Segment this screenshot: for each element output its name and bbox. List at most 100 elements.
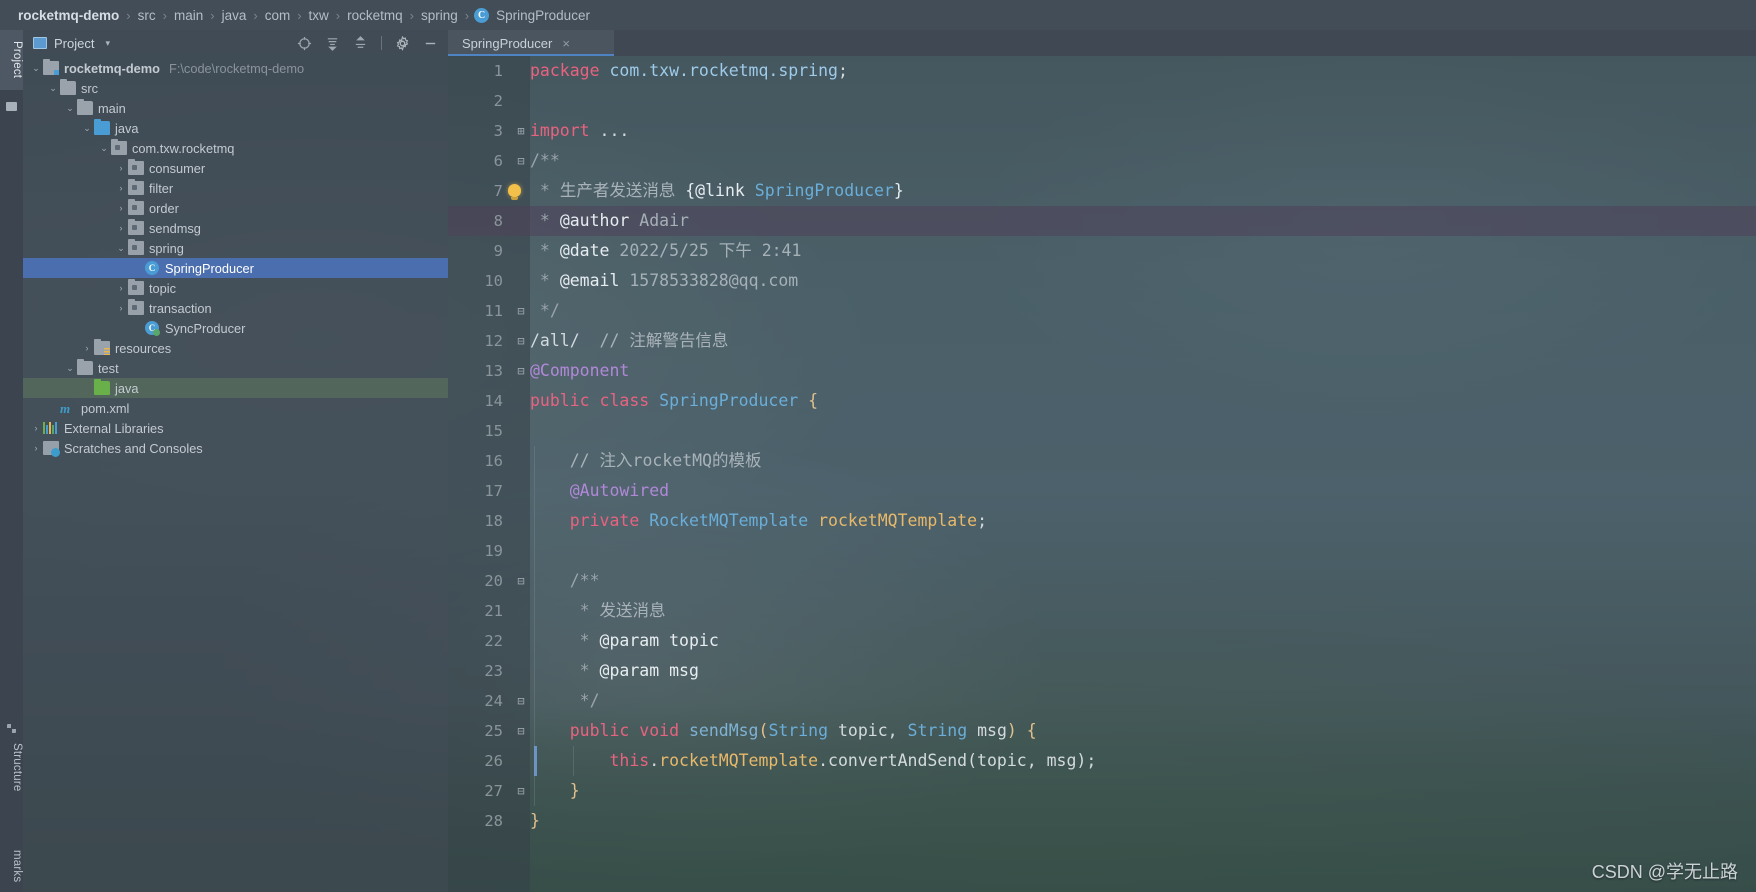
tree-node-main[interactable]: ⌄ main <box>23 98 448 118</box>
breadcrumb-item-rocketmq-demo[interactable]: rocketmq-demo <box>16 8 121 23</box>
tree-node-rocketmq-demo[interactable]: ⌄ rocketmq-demo F:\code\rocketmq-demo <box>23 58 448 78</box>
tree-node-src[interactable]: ⌄ src <box>23 78 448 98</box>
code-line-23[interactable]: 23 * @param msg <box>448 656 1756 686</box>
chevron-down-icon[interactable]: ⌄ <box>29 63 43 74</box>
breadcrumb-item-spring[interactable]: spring <box>419 8 460 23</box>
tree-node-pom-xml[interactable]: m pom.xml <box>23 398 448 418</box>
breadcrumb-item-springproducer[interactable]: SpringProducer <box>494 8 592 23</box>
code-line-17[interactable]: 17 @Autowired <box>448 476 1756 506</box>
code-line-26[interactable]: 26 this.rocketMQTemplate.convertAndSend(… <box>448 746 1756 776</box>
tree-node-spring[interactable]: ⌄ spring <box>23 238 448 258</box>
tree-node-test[interactable]: ⌄ test <box>23 358 448 378</box>
chevron-down-icon[interactable]: ⌄ <box>97 143 111 154</box>
hide-window-icon[interactable] <box>423 36 438 51</box>
code-line-12[interactable]: 12 ⊟/all/ // 注解警告信息 <box>448 326 1756 356</box>
fold-collapse-icon[interactable]: ⊟ <box>514 686 528 716</box>
breadcrumb-separator: › <box>126 7 131 23</box>
code-line-15[interactable]: 15 <box>448 416 1756 446</box>
chevron-down-icon[interactable]: ⌄ <box>63 103 77 114</box>
fold-collapse-icon[interactable]: ⊟ <box>514 326 528 356</box>
chevron-right-icon[interactable]: › <box>29 423 43 433</box>
chevron-right-icon[interactable]: › <box>114 163 128 173</box>
tree-node-consumer[interactable]: › consumer <box>23 158 448 178</box>
breadcrumb-item-com[interactable]: com <box>263 8 293 23</box>
code-line-24[interactable]: 24 ⊟ */ <box>448 686 1756 716</box>
fold-collapse-icon[interactable]: ⊟ <box>514 716 528 746</box>
chevron-down-icon[interactable]: ⌄ <box>80 123 94 134</box>
chevron-right-icon[interactable]: › <box>114 223 128 233</box>
code-line-14[interactable]: 14 public class SpringProducer { <box>448 386 1756 416</box>
tree-node-filter[interactable]: › filter <box>23 178 448 198</box>
chevron-right-icon[interactable]: › <box>114 303 128 313</box>
chevron-right-icon[interactable]: › <box>80 343 94 353</box>
tree-node-label: rocketmq-demo <box>64 60 160 76</box>
project-tree[interactable]: ⌄ rocketmq-demo F:\code\rocketmq-demo ⌄ src ⌄… <box>23 56 448 892</box>
fold-collapse-icon[interactable]: ⊟ <box>514 566 528 596</box>
chevron-down-icon[interactable]: ⌄ <box>63 363 77 374</box>
code-line-22[interactable]: 22 * @param topic <box>448 626 1756 656</box>
gear-icon[interactable] <box>395 35 410 51</box>
tool-window-button-bookmarks[interactable]: marks <box>0 830 23 892</box>
chevron-right-icon[interactable]: › <box>114 183 128 193</box>
fold-collapse-icon[interactable]: ⊟ <box>514 776 528 806</box>
project-panel-title-group[interactable]: Project ▾ <box>33 36 110 51</box>
tree-node-syncproducer[interactable]: C SyncProducer <box>23 318 448 338</box>
code-token: /all/ <box>530 331 580 350</box>
tree-node-transaction[interactable]: › transaction <box>23 298 448 318</box>
code-line-21[interactable]: 21 * 发送消息 <box>448 596 1756 626</box>
breadcrumb-item-java[interactable]: java <box>220 8 249 23</box>
code-line-28[interactable]: 28} <box>448 806 1756 836</box>
chevron-down-icon[interactable]: ⌄ <box>114 243 128 254</box>
tree-node-resources[interactable]: › resources <box>23 338 448 358</box>
code-line-9[interactable]: 9 * @date 2022/5/25 下午 2:41 <box>448 236 1756 266</box>
chevron-right-icon[interactable]: › <box>29 443 43 453</box>
collapse-all-icon[interactable] <box>353 35 368 51</box>
code-line-11[interactable]: 11 ⊟ */ <box>448 296 1756 326</box>
tree-node-springproducer[interactable]: C SpringProducer <box>23 258 448 278</box>
tree-node-scratches-and-consoles[interactable]: › Scratches and Consoles <box>23 438 448 458</box>
editor-code-area[interactable]: 1 package com.txw.rocketmq.spring; 2 3 ⊞ impo… <box>448 56 1756 892</box>
chevron-down-icon[interactable]: ▾ <box>105 38 110 49</box>
code-line-6[interactable]: 6 ⊟/** <box>448 146 1756 176</box>
chevron-down-icon[interactable]: ⌄ <box>46 83 60 94</box>
tree-node-topic[interactable]: › topic <box>23 278 448 298</box>
intention-bulb-icon[interactable] <box>508 184 521 200</box>
breadcrumb-item-main[interactable]: main <box>172 8 205 23</box>
code-line-7[interactable]: 7 * 生产者发送消息 {@link SpringProducer} <box>448 176 1756 206</box>
code-line-3[interactable]: 3 ⊞ import ... <box>448 116 1756 146</box>
editor-tab-springproducer[interactable]: SpringProducer × <box>448 30 614 56</box>
tool-window-button-project[interactable]: Project <box>0 30 23 90</box>
code-token: /** <box>530 151 560 170</box>
tree-node-external-libraries[interactable]: › External Libraries <box>23 418 448 438</box>
code-line-8[interactable]: 8 * @author Adair <box>448 206 1756 236</box>
code-line-16[interactable]: 16 // 注入rocketMQ的模板 <box>448 446 1756 476</box>
fold-collapse-icon[interactable]: ⊟ <box>514 356 528 386</box>
tree-node-order[interactable]: › order <box>23 198 448 218</box>
fold-collapse-icon[interactable]: ⊟ <box>514 146 528 176</box>
chevron-right-icon[interactable]: › <box>114 203 128 213</box>
tree-node-java[interactable]: java <box>23 378 448 398</box>
tree-node-java[interactable]: ⌄ java <box>23 118 448 138</box>
breadcrumb-item-rocketmq[interactable]: rocketmq <box>345 8 405 23</box>
fold-collapse-icon[interactable]: ⊟ <box>514 296 528 326</box>
tree-node-com-txw-rocketmq[interactable]: ⌄ com.txw.rocketmq <box>23 138 448 158</box>
code-line-2[interactable]: 2 <box>448 86 1756 116</box>
tree-node-sendmsg[interactable]: › sendmsg <box>23 218 448 238</box>
code-editor[interactable]: 1 package com.txw.rocketmq.spring; 2 3 ⊞ impo… <box>448 56 1756 892</box>
code-line-18[interactable]: 18 private RocketMQTemplate rocketMQTemp… <box>448 506 1756 536</box>
code-line-10[interactable]: 10 * @email 1578533828@qq.com <box>448 266 1756 296</box>
code-line-13[interactable]: 13 ⊟ @Component <box>448 356 1756 386</box>
code-line-25[interactable]: 25 ⊟ public void sendMsg(String topic, St… <box>448 716 1756 746</box>
fold-expand-icon[interactable]: ⊞ <box>514 116 528 146</box>
expand-all-icon[interactable] <box>325 36 340 51</box>
breadcrumb-item-src[interactable]: src <box>136 8 158 23</box>
breadcrumb-item-txw[interactable]: txw <box>307 8 331 23</box>
chevron-right-icon[interactable]: › <box>114 283 128 293</box>
code-line-20[interactable]: 20 ⊟ /** <box>448 566 1756 596</box>
code-line-19[interactable]: 19 <box>448 536 1756 566</box>
tool-window-button-structure[interactable]: Structure <box>0 730 23 805</box>
code-line-27[interactable]: 27 ⊟ } <box>448 776 1756 806</box>
code-line-1[interactable]: 1 package com.txw.rocketmq.spring; <box>448 56 1756 86</box>
locate-icon[interactable] <box>297 36 312 51</box>
close-icon[interactable]: × <box>562 36 570 51</box>
